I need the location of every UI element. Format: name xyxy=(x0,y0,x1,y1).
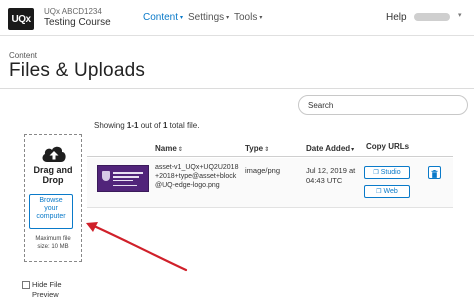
nav-content-label: Content xyxy=(143,12,179,23)
trash-icon xyxy=(431,170,438,178)
course-title[interactable]: Testing Course xyxy=(44,17,111,28)
copy-icon: ❐ xyxy=(373,170,379,176)
browse-computer-button[interactable]: Browse your computer xyxy=(29,194,73,229)
hide-preview-checkbox[interactable] xyxy=(22,281,30,289)
nav-tools-label: Tools xyxy=(234,12,258,23)
drag-label-line1: Drag and xyxy=(33,165,73,175)
annotation-arrowhead xyxy=(86,222,98,232)
summary-prefix: Showing xyxy=(94,121,127,130)
thumbnail-text-line xyxy=(113,180,133,181)
max-size-line2: size: 10 MB xyxy=(37,244,69,250)
uqx-logo[interactable]: UQx xyxy=(8,8,34,30)
annotation-arrow-line xyxy=(92,224,188,272)
breadcrumb: Content xyxy=(9,51,38,60)
nav-settings-menu[interactable]: Settings ▾ xyxy=(188,12,229,23)
max-file-size-note: Maximum file size: 10 MB xyxy=(25,235,81,251)
nav-settings-label: Settings xyxy=(188,12,225,23)
date-line1: Jul 12, 2019 at xyxy=(306,166,356,175)
column-header-copy-urls: Copy URLs xyxy=(366,142,410,151)
summary-suffix: total file. xyxy=(167,121,200,130)
file-thumbnail[interactable] xyxy=(97,165,149,192)
nav-tools-menu[interactable]: Tools ▾ xyxy=(234,12,262,23)
logo-text: UQx xyxy=(11,13,31,25)
column-header-type[interactable]: Type⇕ xyxy=(245,144,269,153)
title-divider xyxy=(0,88,474,89)
name-header-label: Name xyxy=(155,144,177,153)
chevron-down-icon: ▾ xyxy=(226,14,230,21)
cloud-upload-icon xyxy=(42,146,66,162)
sort-icon: ⇕ xyxy=(177,147,183,153)
chevron-down-icon: ▾ xyxy=(458,12,462,19)
app-header: UQx UQx ABCD1234 Testing Course Content ▾… xyxy=(0,0,474,36)
drag-drop-label: Drag and Drop xyxy=(25,165,81,185)
studio-label: Studio xyxy=(380,169,401,176)
summary-range: 1-1 xyxy=(126,121,139,130)
browse-line2: your xyxy=(44,205,58,212)
file-type: image/png xyxy=(245,166,281,175)
page-title: Files & Uploads xyxy=(9,60,146,81)
sort-descending-icon: ▾ xyxy=(351,147,355,153)
results-summary: Showing 1-1 out of 1 total file. xyxy=(94,121,199,130)
drag-label-line2: Drop xyxy=(42,175,64,185)
course-org: UQx ABCD1234 xyxy=(44,7,102,16)
web-label: Web xyxy=(383,188,398,195)
date-header-label: Date Added xyxy=(306,144,351,153)
hide-preview-label: Hide File Preview xyxy=(32,280,92,300)
max-size-line1: Maximum file xyxy=(35,236,71,242)
column-header-name[interactable]: Name⇕ xyxy=(155,144,183,153)
thumbnail-text-line xyxy=(113,185,137,186)
chevron-down-icon: ▾ xyxy=(259,14,263,21)
help-link[interactable]: Help xyxy=(386,12,407,23)
copy-web-url-button[interactable]: ❐ Web xyxy=(364,185,410,198)
sort-icon: ⇕ xyxy=(264,147,270,153)
table-header-divider xyxy=(87,156,453,157)
column-header-date-added[interactable]: Date Added▾ xyxy=(306,144,354,153)
nav-content-menu[interactable]: Content ▾ xyxy=(143,12,183,23)
username-redacted xyxy=(414,13,450,21)
copy-studio-url-button[interactable]: ❐ Studio xyxy=(364,166,410,179)
browse-line1: Browse xyxy=(39,197,63,204)
browse-line3: computer xyxy=(36,213,66,220)
user-menu[interactable]: ▾ xyxy=(410,10,470,24)
file-name: asset-v1_UQx+UQ2U2018+2018+type@asset+bl… xyxy=(155,164,239,189)
delete-file-button[interactable] xyxy=(428,166,441,179)
thumbnail-text-line xyxy=(113,172,143,174)
type-header-label: Type xyxy=(245,144,264,153)
copy-icon: ❐ xyxy=(376,189,382,195)
uq-crest-icon xyxy=(102,171,110,181)
file-dropzone[interactable]: Drag and Drop Browse your computer Maxim… xyxy=(24,134,82,262)
summary-middle: out of xyxy=(138,121,163,130)
thumbnail-text-line xyxy=(113,176,139,178)
file-date-added: Jul 12, 2019 at 04:43 UTC xyxy=(306,166,355,186)
search-input[interactable]: Search xyxy=(298,95,468,115)
table-row: asset-v1_UQx+UQ2U2018+2018+type@asset+bl… xyxy=(87,158,453,208)
date-line2: 04:43 UTC xyxy=(306,176,343,185)
hide-preview-line1: Hide File xyxy=(32,280,62,289)
hide-preview-line2: Preview xyxy=(32,290,59,299)
chevron-down-icon: ▾ xyxy=(180,14,184,21)
